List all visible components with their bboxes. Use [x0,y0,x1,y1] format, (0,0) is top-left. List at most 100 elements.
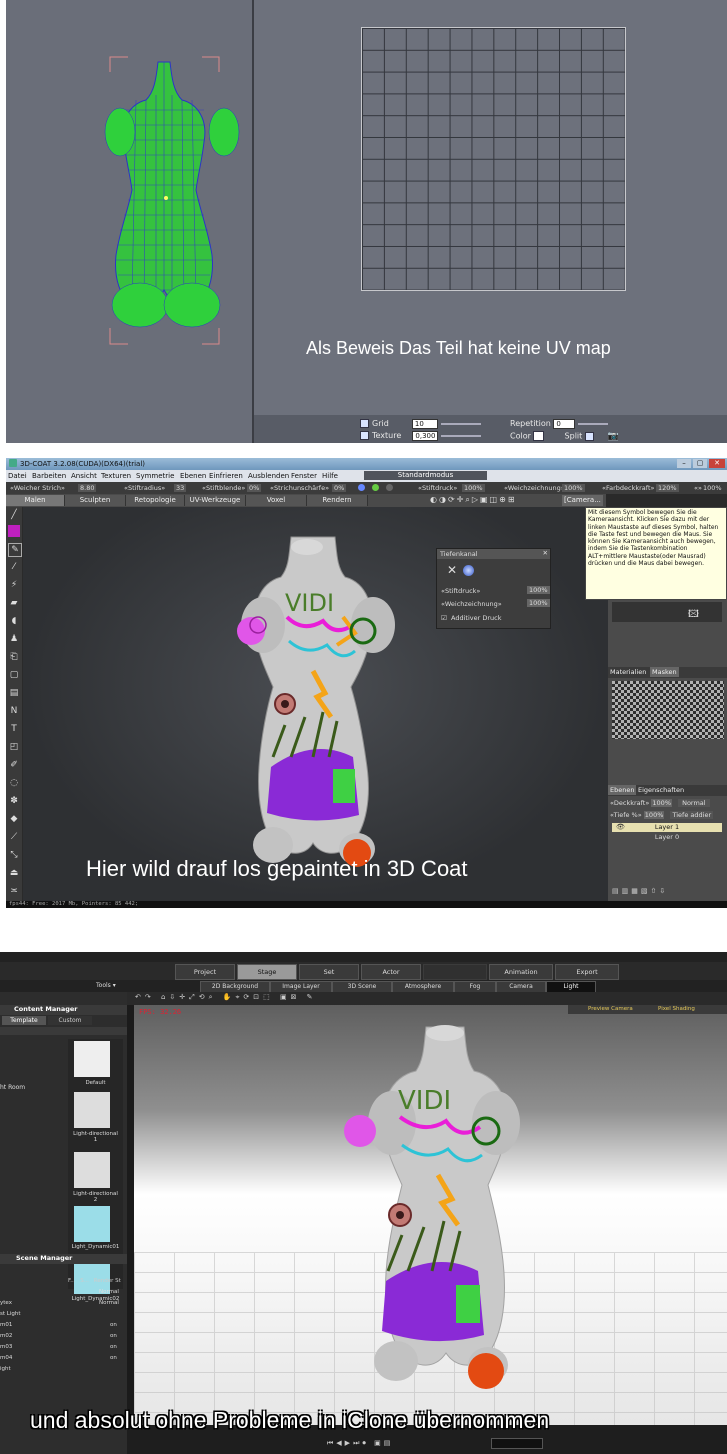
picker-tool-icon[interactable]: ⤡ [8,849,20,861]
tab-voxel[interactable]: Voxel [246,495,307,506]
tab-template[interactable]: Template [2,1016,46,1025]
tab-uv-werkzeuge[interactable]: UV-Werkzeuge [185,495,246,506]
depth-soft-value[interactable]: 100% [527,599,550,607]
color-swatch[interactable] [533,431,545,441]
tab-sculpten[interactable]: Sculpten [65,495,126,506]
grid-slider[interactable] [440,422,481,425]
smudge-tool-icon[interactable]: ▰ [8,597,20,609]
blend-mode-select[interactable]: Normal [678,799,710,807]
table-row[interactable]: m01 on [0,1322,127,1333]
menu-ansicht[interactable]: Ansicht [71,472,97,480]
tab-custom[interactable]: Custom [48,1016,92,1025]
mode-select[interactable]: Standardmodus [364,471,487,480]
menu-ausblenden[interactable]: Ausblenden [248,472,289,480]
tab-eigenschaften[interactable]: Eigenschaften [638,786,684,794]
color-opacity-value[interactable]: 120% [656,484,679,492]
depth-value[interactable]: 100% [643,811,665,819]
table-row[interactable]: m02 on [0,1333,127,1344]
mode-actor[interactable]: Actor [361,964,421,980]
menu-bearbeiten[interactable]: Barbeiten [32,472,66,480]
eraser-tool-icon[interactable]: ◆ [8,813,20,825]
mesh-viewport[interactable] [6,0,252,443]
iron-tool-icon[interactable]: ⏏ [8,867,20,879]
split-checkbox[interactable] [584,431,594,441]
brush-tool-icon[interactable]: ╱ [8,509,20,521]
close-window-button[interactable]: ✕ [709,459,725,468]
texture-slider[interactable] [441,434,482,437]
mode-animation[interactable]: Animation [489,964,553,980]
doc-tool-icon[interactable]: ▤ [8,687,20,699]
pressure-label[interactable]: «Stiftdruck» [418,484,457,492]
extra-value[interactable]: 100% [703,484,722,492]
gray-sphere-icon[interactable] [386,484,393,491]
table-row[interactable]: st Light [0,1311,127,1322]
color-swatch-icon[interactable] [8,525,20,537]
eye-icon[interactable]: 👁 [616,823,625,831]
sphere-icon[interactable] [358,484,365,491]
radius-value[interactable]: 33 [174,484,187,492]
view-nav-icons[interactable]: ◐◑⟳✛⌕▷▣◫⊕⊞ [430,495,517,505]
depth-mode-select[interactable]: Tiefe addier [670,811,714,819]
texture-checkbox[interactable] [360,431,369,440]
tab-masken[interactable]: Masken [650,667,679,677]
blur-tool-icon[interactable]: ✽ [8,795,20,807]
copy-tool-icon[interactable]: ▢ [8,669,20,681]
sharpness-value[interactable]: 0% [332,484,347,492]
softness-value[interactable]: 100% [562,484,585,492]
curve-tool-icon[interactable]: N [8,705,20,717]
frame-counter[interactable] [491,1438,543,1449]
softness-label[interactable]: «Weichzeichnung» [504,484,565,492]
blend-value[interactable]: 0% [247,484,262,492]
camera-icon[interactable]: 📷 [608,432,619,442]
brush-value[interactable]: 8.80 [78,484,97,492]
fill-tool-icon[interactable]: ◖ [8,615,20,627]
lasso-tool-icon[interactable]: ◌ [8,777,20,789]
playback-controls[interactable]: ⏮◀▶⏭⏺ ▣▤ [327,1439,393,1448]
image-icon[interactable]: 🖾 [688,607,699,624]
menu-ebenen[interactable]: Ebenen [180,472,206,480]
mode-stage[interactable]: Stage [237,964,297,980]
mode-set[interactable]: Set [299,964,359,980]
table-row[interactable]: m03 on [0,1344,127,1355]
close-panel-icon[interactable]: ✕ [543,549,548,557]
menu-datei[interactable]: Datei [8,472,27,480]
tab-ebenen[interactable]: Ebenen [608,785,637,795]
thumb-light-directional-1[interactable] [74,1092,110,1128]
repetition-slider[interactable] [578,422,609,425]
layer-row-active[interactable]: Layer 1 [612,823,722,832]
table-row[interactable]: Normal [0,1289,127,1300]
airbrush-icon[interactable]: ⁄ [8,561,20,573]
tab-retopologie[interactable]: Retopologie [126,495,185,506]
repetition-field[interactable]: 0 [553,419,576,429]
mode-export[interactable]: Export [555,964,619,980]
thumb-default[interactable] [74,1041,110,1077]
extra-label[interactable]: «» [694,484,702,492]
text-tool-icon[interactable]: T [8,723,20,735]
menu-hilfe[interactable]: Hilfe [322,472,338,480]
eyedropper-icon[interactable]: ⟋ [8,831,20,843]
tools-menu[interactable]: Tools ▾ [96,982,116,989]
sharpness-label[interactable]: «Strichunschärfe» [270,484,329,492]
mirror-tool-icon[interactable]: ≍ [8,885,20,897]
texture-value-field[interactable]: 0,300 [412,431,439,441]
sphere-icon[interactable] [463,565,474,576]
grid-checkbox[interactable] [360,419,369,428]
frame-tool-icon[interactable]: ◰ [8,741,20,753]
table-row[interactable]: ytex Normal [0,1300,127,1311]
depth-pressure-value[interactable]: 100% [527,586,550,594]
maximize-button[interactable]: ▢ [693,459,707,468]
green-sphere-icon[interactable] [372,484,379,491]
scratch-tool-icon[interactable]: ⚡ [8,579,20,591]
blend-label[interactable]: «Stiftblende» [202,484,245,492]
viewport-tool-icons[interactable]: ↶↷ ⌂⇩✛⤢⟲⌕ ✋⌖⟳⊡⬚ ▣⊠ ✎ [135,993,317,1002]
pressure-value[interactable]: 100% [462,484,485,492]
tree-item[interactable]: ht Room [0,1084,25,1091]
close-x-icon[interactable]: ✕ [447,563,457,577]
menu-symmetrie[interactable]: Symmetrie [136,472,174,480]
layer-actions-icons[interactable]: ▤▥▦▧⇧⇩ [612,887,668,895]
menu-einfrieren[interactable]: Einfrieren [209,472,243,480]
stamp-tool-icon[interactable]: ♟ [8,633,20,645]
tab-rendern[interactable]: Rendern [307,495,368,506]
menu-texturen[interactable]: Texturen [101,472,131,480]
tab-materialien[interactable]: Materialien [610,668,646,676]
